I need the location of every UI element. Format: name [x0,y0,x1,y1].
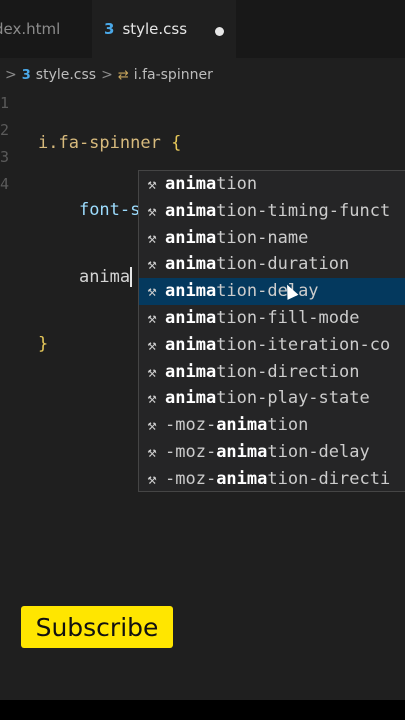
wrench-icon: ⚒ [147,362,157,381]
suggestion-item[interactable]: ⚒ -moz-anima tion-directi [139,466,405,491]
wrench-icon: ⚒ [147,469,157,488]
suggestion-rest: tion-play-state [216,388,370,409]
suggestion-match: anima [216,468,268,489]
suggestion-match: anima [165,307,217,328]
wrench-icon: ⚒ [147,201,157,220]
text-cursor [130,267,133,287]
suggestion-match: anima [165,200,217,221]
suggestion-prefix: -moz- [165,468,217,489]
suggestion-prefix: -moz- [165,415,217,436]
suggestion-match: anima [216,415,268,436]
suggestion-rest: tion-timing-funct [216,200,391,221]
suggestion-rest: tion-delay [267,441,370,462]
wrench-icon: ⚒ [147,308,157,327]
line-number: 4 [0,175,10,193]
suggestion-match: anima [165,174,217,194]
chevron-right-icon: > [101,67,113,83]
breadcrumb: > 3 style.css > ⇄ i.fa-spinner [0,62,213,88]
wrench-icon: ⚒ [147,255,157,274]
suggestion-item[interactable]: ⚒ anima tion-iteration-co [139,332,405,359]
tab-label: style.css [122,20,188,38]
suggestion-item[interactable]: ⚒ anima tion-play-state [139,385,405,412]
tab-style-css[interactable]: 3 style.css [92,0,236,58]
suggestion-match: anima [165,361,217,382]
subscribe-badge[interactable]: Subscribe [21,606,173,648]
line-number: 2 [0,121,10,139]
suggestion-rest: tion-duration [216,254,350,275]
suggestion-rest: tion-iteration-co [216,334,391,355]
suggestion-rest: tion-directi [267,468,391,489]
suggestion-rest: tion [267,415,309,436]
breadcrumb-selector[interactable]: i.fa-spinner [134,67,213,83]
code-line: i.fa-spinner { [38,130,243,157]
autocomplete-list[interactable]: ⚒ anima tion ⚒ anima tion-timing-funct ⚒ anima t… [138,170,405,492]
tab-index-html[interactable]: dex.html [0,0,86,58]
css-file-icon: 3 [21,67,31,83]
suggestion-item[interactable]: ⚒ anima tion-duration [139,251,405,278]
wrench-icon: ⚒ [147,442,157,461]
suggestion-item[interactable]: ⚒ anima tion-direction [139,359,405,386]
suggestion-item[interactable]: ⚒ anima tion-fill-mode [139,305,405,332]
suggestion-item[interactable]: ⚒ anima tion-delay [139,278,405,305]
suggestion-rest: tion [216,174,258,194]
css-selector: i.fa-spinner [38,133,161,153]
suggestion-rest: tion-name [216,227,309,248]
suggestion-item[interactable]: ⚒ anima tion-name [139,225,405,252]
line-number: 3 [0,148,10,166]
suggestion-rest: tion-fill-mode [216,307,360,328]
suggestion-match: anima [165,334,217,355]
suggestion-match: anima [165,227,217,248]
open-brace: { [171,133,182,153]
wrench-icon: ⚒ [147,175,157,193]
suggestion-item[interactable]: ⚒ anima tion [139,171,405,198]
selector-icon: ⇄ [117,67,129,83]
breadcrumb-file[interactable]: style.css [36,67,96,83]
wrench-icon: ⚒ [147,416,157,435]
tab-bar: dex.html 3 style.css [0,0,405,58]
suggestion-prefix: -moz- [165,441,217,462]
wrench-icon: ⚒ [147,282,157,301]
wrench-icon: ⚒ [147,335,157,354]
unsaved-dot-icon[interactable] [215,27,224,36]
typed-text: anima [78,267,131,287]
suggestion-match: anima [165,281,217,302]
line-number: 1 [0,94,10,112]
wrench-icon: ⚒ [147,228,157,247]
chevron-right-icon: > [5,67,17,83]
suggestion-rest: tion-delay [216,281,319,302]
suggestion-item[interactable]: ⚒ -moz-anima tion [139,412,405,439]
suggestion-item[interactable]: ⚒ anima tion-timing-funct [139,198,405,225]
suggestion-match: anima [165,388,217,409]
close-brace: } [38,334,49,354]
suggestion-item[interactable]: ⚒ -moz-anima tion-delay [139,439,405,466]
suggestion-match: anima [165,254,217,275]
tab-label: dex.html [0,20,61,38]
wrench-icon: ⚒ [147,389,157,408]
suggestion-match: anima [216,441,268,462]
suggestion-rest: tion-direction [216,361,360,382]
line-number-gutter: 1 2 3 4 [0,90,30,198]
css-file-icon: 3 [104,20,115,38]
editor-window: dex.html 3 style.css > 3 style.css > ⇄ i… [0,0,405,700]
